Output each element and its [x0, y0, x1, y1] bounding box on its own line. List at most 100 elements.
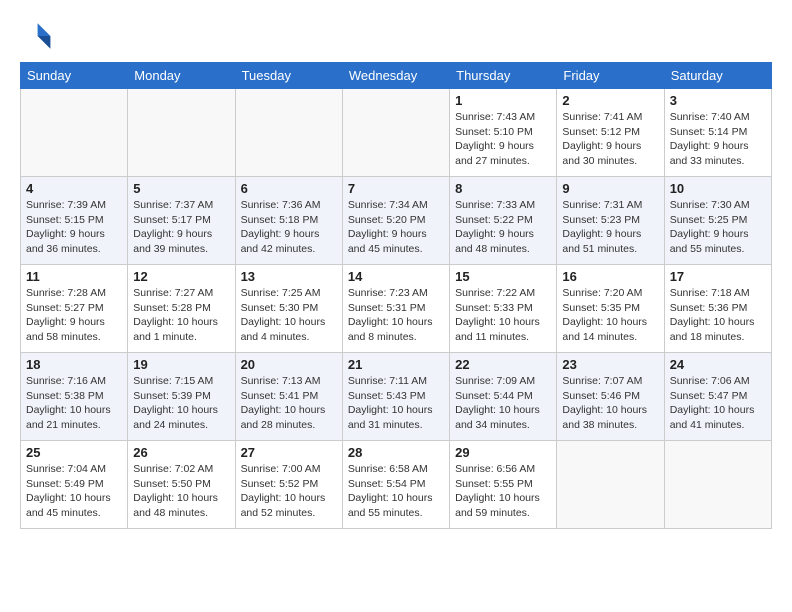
- calendar-day-11: 8Sunrise: 7:33 AM Sunset: 5:22 PM Daylig…: [450, 177, 557, 265]
- day-detail: Sunrise: 7:41 AM Sunset: 5:12 PM Dayligh…: [562, 110, 658, 169]
- calendar-day-18: 15 Sunrise: 7:22 AM Sunset: 5:33 PM Dayli…: [450, 265, 557, 353]
- day-number: 21: [348, 357, 444, 372]
- logo: [20, 20, 56, 52]
- day-number: 15: [455, 269, 551, 284]
- day-detail: Sunrise: 7:25 AM Sunset: 5:30 PM Dayligh…: [241, 286, 337, 345]
- column-header-wednesday: Wednesday: [342, 63, 449, 89]
- day-number: 25: [26, 445, 122, 460]
- calendar-day-14: 11 Sunrise: 7:28 AM Sunset: 5:27 PM Dayli…: [21, 265, 128, 353]
- calendar-day-8: 5 Sunrise: 7:37 AM Sunset: 5:17 PM Daylig…: [128, 177, 235, 265]
- day-detail: Sunrise: 7:30 AM Sunset: 5:25 PM Dayligh…: [670, 198, 766, 257]
- logo-icon: [20, 20, 52, 52]
- calendar-week-1: 1 Sunrise: 7:43 AM Sunset: 5:10 PM Daylig…: [21, 89, 772, 177]
- day-number: 17: [670, 269, 766, 284]
- day-detail: Sunrise: 7:13 AM Sunset: 5:41 PM Dayligh…: [241, 374, 337, 433]
- calendar-day-21: 18 Sunrise: 7:16 AM Sunset: 5:38 PM Dayli…: [21, 353, 128, 441]
- day-detail: Sunrise: 7:07 AM Sunset: 5:46 PM Dayligh…: [562, 374, 658, 433]
- day-number: 27: [241, 445, 337, 460]
- calendar-day-5: 2 Sunrise: 7:41 AM Sunset: 5:12 PM Daylig…: [557, 89, 664, 177]
- day-number: 20: [241, 357, 337, 372]
- calendar-header-row: SundayMondayTuesdayWednesdayThursdayFrid…: [21, 63, 772, 89]
- calendar-day-28: 25 Sunrise: 7:04 AM Sunset: 5:49 PM Dayli…: [21, 441, 128, 529]
- day-detail: Sunrise: 7:09 AM Sunset: 5:44 PM Dayligh…: [455, 374, 551, 433]
- calendar-day-33: [557, 441, 664, 529]
- day-detail: Sunrise: 7:31 AM Sunset: 5:23 PM Dayligh…: [562, 198, 658, 257]
- day-number: 7: [348, 181, 444, 196]
- day-number: 29: [455, 445, 551, 460]
- calendar-day-16: 13 Sunrise: 7:25 AM Sunset: 5:30 PM Dayli…: [235, 265, 342, 353]
- day-detail: Sunrise: 7:18 AM Sunset: 5:36 PM Dayligh…: [670, 286, 766, 345]
- calendar-day-23: 20 Sunrise: 7:13 AM Sunset: 5:41 PM Dayli…: [235, 353, 342, 441]
- calendar-day-19: 16 Sunrise: 7:20 AM Sunset: 5:35 PM Dayli…: [557, 265, 664, 353]
- day-detail: Sunrise: 7:06 AM Sunset: 5:47 PM Dayligh…: [670, 374, 766, 433]
- day-detail: Sunrise: 7:02 AM Sunset: 5:50 PM Dayligh…: [133, 462, 229, 521]
- day-number: 19: [133, 357, 229, 372]
- day-number: 13: [241, 269, 337, 284]
- day-number: 10: [670, 181, 766, 196]
- day-number: 11: [26, 269, 122, 284]
- day-number: 16: [562, 269, 658, 284]
- calendar-day-34: [664, 441, 771, 529]
- calendar-week-5: 25 Sunrise: 7:04 AM Sunset: 5:49 PM Dayli…: [21, 441, 772, 529]
- column-header-monday: Monday: [128, 63, 235, 89]
- day-detail: Sunrise: 7:16 AM Sunset: 5:38 PM Dayligh…: [26, 374, 122, 433]
- calendar-day-20: 17 Sunrise: 7:18 AM Sunset: 5:36 PM Dayli…: [664, 265, 771, 353]
- day-number: 9: [562, 181, 658, 196]
- column-header-sunday: Sunday: [21, 63, 128, 89]
- day-number: 28: [348, 445, 444, 460]
- day-detail: Sunrise: 7:15 AM Sunset: 5:39 PM Dayligh…: [133, 374, 229, 433]
- day-detail: Sunrise: 7:22 AM Sunset: 5:33 PM Dayligh…: [455, 286, 551, 345]
- calendar-table: SundayMondayTuesdayWednesdayThursdayFrid…: [20, 62, 772, 529]
- day-detail: Sunrise: 6:56 AM Sunset: 5:55 PM Dayligh…: [455, 462, 551, 521]
- day-number: 26: [133, 445, 229, 460]
- day-detail: Sunrise: 7:20 AM Sunset: 5:35 PM Dayligh…: [562, 286, 658, 345]
- calendar-day-6: 3 Sunrise: 7:40 AM Sunset: 5:14 PM Daylig…: [664, 89, 771, 177]
- column-header-thursday: Thursday: [450, 63, 557, 89]
- day-number: 3: [670, 93, 766, 108]
- calendar-day-7: 4Sunrise: 7:39 AM Sunset: 5:15 PM Daylig…: [21, 177, 128, 265]
- calendar-day-1: [128, 89, 235, 177]
- day-number: 23: [562, 357, 658, 372]
- calendar-day-10: 7 Sunrise: 7:34 AM Sunset: 5:20 PM Daylig…: [342, 177, 449, 265]
- day-detail: Sunrise: 7:36 AM Sunset: 5:18 PM Dayligh…: [241, 198, 337, 257]
- calendar-day-3: [342, 89, 449, 177]
- column-header-tuesday: Tuesday: [235, 63, 342, 89]
- calendar-day-17: 14Sunrise: 7:23 AM Sunset: 5:31 PM Dayli…: [342, 265, 449, 353]
- day-number: 5: [133, 181, 229, 196]
- calendar-day-32: 29 Sunrise: 6:56 AM Sunset: 5:55 PM Dayli…: [450, 441, 557, 529]
- calendar-week-2: 4Sunrise: 7:39 AM Sunset: 5:15 PM Daylig…: [21, 177, 772, 265]
- calendar-day-13: 10 Sunrise: 7:30 AM Sunset: 5:25 PM Dayli…: [664, 177, 771, 265]
- calendar-day-31: 28 Sunrise: 6:58 AM Sunset: 5:54 PM Dayli…: [342, 441, 449, 529]
- day-detail: Sunrise: 7:11 AM Sunset: 5:43 PM Dayligh…: [348, 374, 444, 433]
- day-number: 18: [26, 357, 122, 372]
- day-number: 2: [562, 93, 658, 108]
- day-number: 6: [241, 181, 337, 196]
- calendar-day-15: 12 Sunrise: 7:27 AM Sunset: 5:28 PM Dayli…: [128, 265, 235, 353]
- calendar-day-22: 19 Sunrise: 7:15 AM Sunset: 5:39 PM Dayli…: [128, 353, 235, 441]
- column-header-friday: Friday: [557, 63, 664, 89]
- day-detail: Sunrise: 7:37 AM Sunset: 5:17 PM Dayligh…: [133, 198, 229, 257]
- day-detail: Sunrise: 7:34 AM Sunset: 5:20 PM Dayligh…: [348, 198, 444, 257]
- calendar-week-3: 11 Sunrise: 7:28 AM Sunset: 5:27 PM Dayli…: [21, 265, 772, 353]
- calendar-day-24: 21 Sunrise: 7:11 AM Sunset: 5:43 PM Dayli…: [342, 353, 449, 441]
- day-number: 8: [455, 181, 551, 196]
- day-number: 12: [133, 269, 229, 284]
- calendar-day-9: 6 Sunrise: 7:36 AM Sunset: 5:18 PM Daylig…: [235, 177, 342, 265]
- day-detail: Sunrise: 6:58 AM Sunset: 5:54 PM Dayligh…: [348, 462, 444, 521]
- day-detail: Sunrise: 7:04 AM Sunset: 5:49 PM Dayligh…: [26, 462, 122, 521]
- day-number: 24: [670, 357, 766, 372]
- day-number: 1: [455, 93, 551, 108]
- day-detail: Sunrise: 7:27 AM Sunset: 5:28 PM Dayligh…: [133, 286, 229, 345]
- day-detail: Sunrise: 7:00 AM Sunset: 5:52 PM Dayligh…: [241, 462, 337, 521]
- calendar-day-4: 1 Sunrise: 7:43 AM Sunset: 5:10 PM Daylig…: [450, 89, 557, 177]
- day-detail: Sunrise: 7:43 AM Sunset: 5:10 PM Dayligh…: [455, 110, 551, 169]
- day-number: 22: [455, 357, 551, 372]
- day-number: 4: [26, 181, 122, 196]
- day-detail: Sunrise: 7:28 AM Sunset: 5:27 PM Dayligh…: [26, 286, 122, 345]
- calendar-day-0: [21, 89, 128, 177]
- day-detail: Sunrise: 7:40 AM Sunset: 5:14 PM Dayligh…: [670, 110, 766, 169]
- day-detail: Sunrise: 7:23 AM Sunset: 5:31 PM Dayligh…: [348, 286, 444, 345]
- calendar-day-29: 26 Sunrise: 7:02 AM Sunset: 5:50 PM Dayli…: [128, 441, 235, 529]
- page-header: [20, 20, 772, 52]
- calendar-day-25: 22 Sunrise: 7:09 AM Sunset: 5:44 PM Dayli…: [450, 353, 557, 441]
